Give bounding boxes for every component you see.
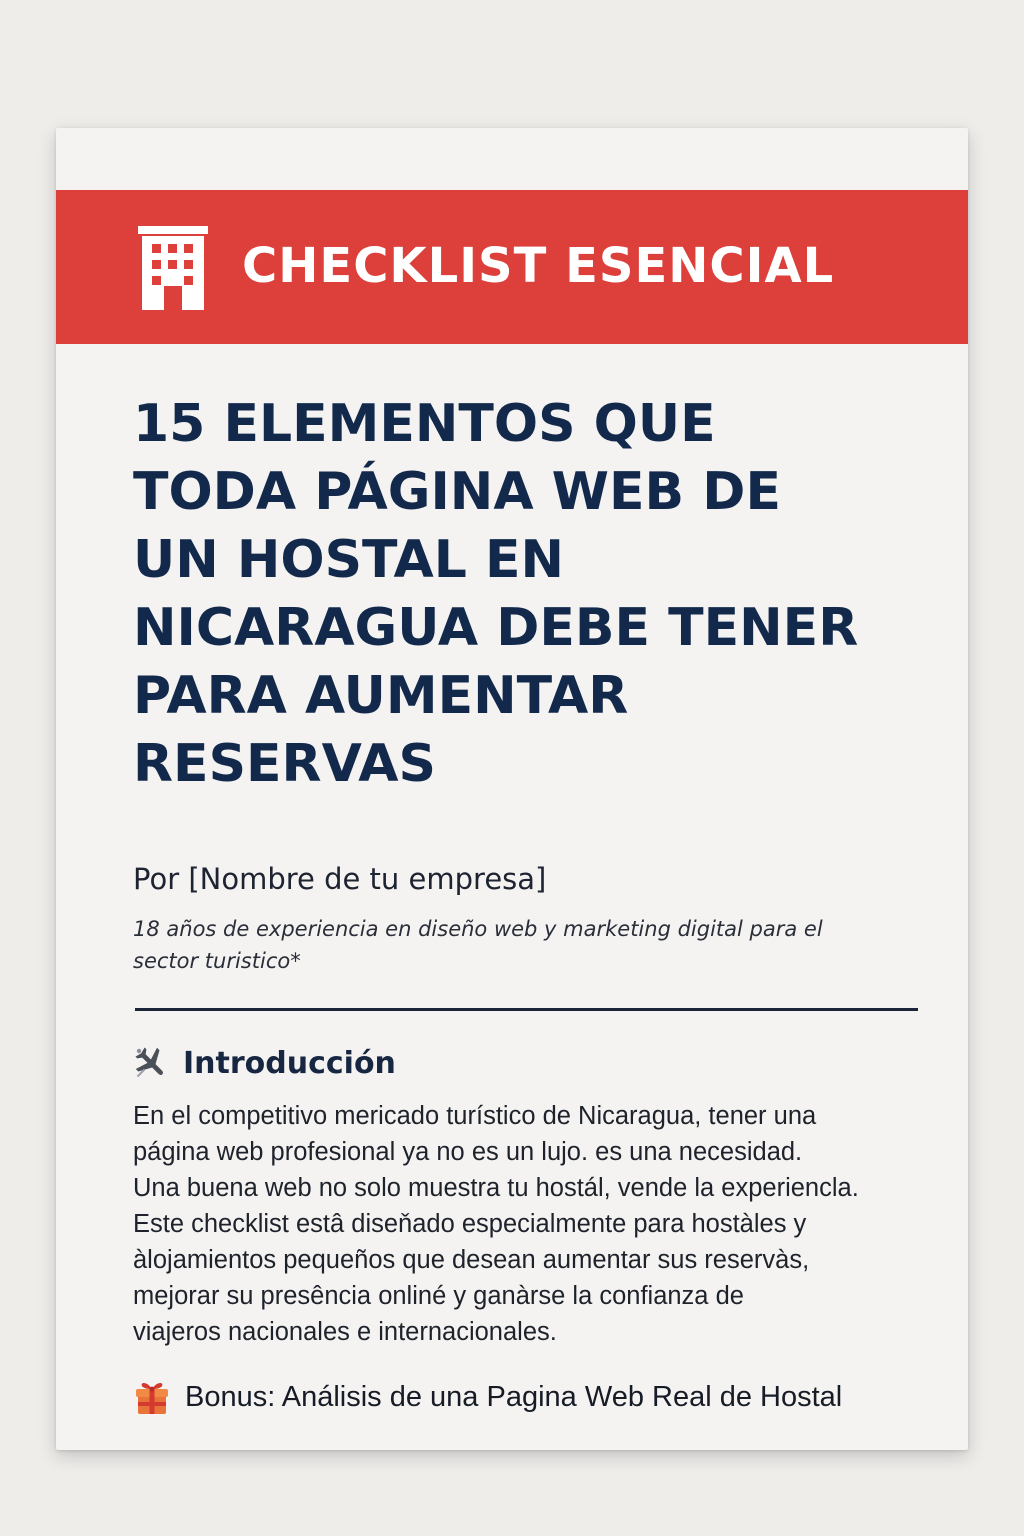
title-line: PARA AUMENTAR	[133, 666, 629, 726]
intro-line: viajeros nacionales e internacionales.	[133, 1318, 557, 1346]
gift-icon	[136, 1382, 168, 1414]
title-line: 15 ELEMENTOS QUE	[133, 394, 716, 454]
airplane-icon	[135, 1047, 163, 1078]
title-line: RESERVAS	[133, 734, 436, 794]
intro-paragraph: En el competitivo mericado turístico de …	[133, 1098, 923, 1350]
banner-title: CHECKLIST ESENCIAL	[242, 238, 835, 294]
title-line: UN HOSTAL EN	[133, 530, 564, 590]
header-banner: CHECKLIST ESENCIAL	[56, 190, 968, 344]
title-line: NICARAGUA DEBE TENER	[133, 598, 859, 658]
intro-heading-text: Introducción	[183, 1045, 396, 1081]
hotel-building-icon	[138, 226, 208, 310]
intro-line: mejorar su presência onliné y ganàrse la…	[133, 1282, 744, 1310]
intro-heading: Introducción	[133, 1042, 396, 1084]
checklist-booklet-cover: CHECKLIST ESENCIAL 15 ELEMENTOS QUE TODA…	[56, 128, 968, 1450]
intro-line: àlojamientos pequeños que desean aumenta…	[133, 1246, 810, 1274]
document-title: 15 ELEMENTOS QUE TODA PÁGINA WEB DE UN H…	[133, 390, 963, 798]
intro-line: En el competitivo mericado turístico de …	[133, 1102, 817, 1130]
title-line: TODA PÁGINA WEB DE	[133, 462, 781, 522]
bonus-line: Bonus: Análisis de una Pagina Web Real d…	[133, 1376, 842, 1418]
author-line: Por [Nombre de tu empresa]	[133, 862, 547, 896]
section-divider	[135, 1008, 918, 1011]
intro-line: página web profesional ya no es un lujo.…	[133, 1138, 803, 1166]
intro-line: Una buena web no solo muestra tu hostál,…	[133, 1174, 859, 1202]
experience-subtitle: 18 años de experiencia en diseño web y m…	[133, 917, 823, 973]
bonus-text: Bonus: Análisis de una Pagina Web Real d…	[185, 1380, 843, 1413]
intro-line: Este checklist estâ diseňado especialmen…	[133, 1210, 807, 1238]
